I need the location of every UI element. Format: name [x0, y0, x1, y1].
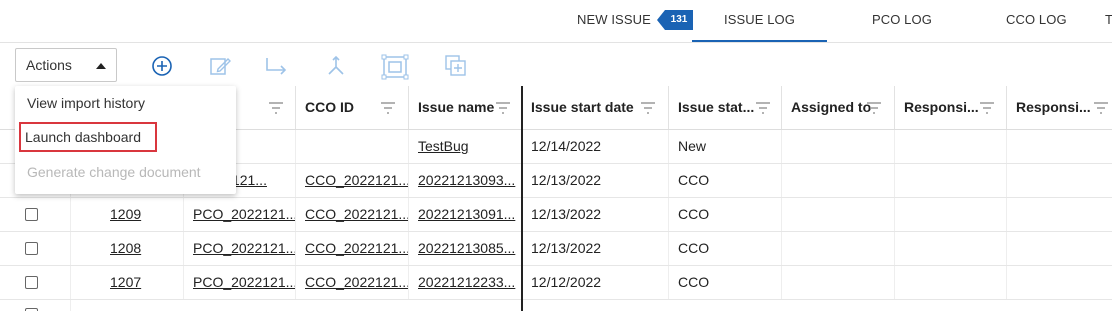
cco-id-link[interactable]: CCO_2022121... — [296, 232, 409, 265]
menu-item-generate-change-document: Generate change document — [27, 164, 201, 180]
tab-pco-log[interactable]: PCO LOG — [872, 0, 932, 40]
actions-label: Actions — [26, 57, 72, 73]
issue-name-link[interactable]: 20221213091... — [409, 198, 522, 231]
row-select[interactable] — [0, 232, 71, 265]
filter-icon[interactable] — [495, 101, 511, 115]
row-checkbox[interactable] — [25, 276, 38, 289]
header-cco-id[interactable]: CCO ID — [296, 86, 409, 129]
filter-icon[interactable] — [380, 101, 396, 115]
filter-icon[interactable] — [1093, 101, 1109, 115]
table-row[interactable]: 1207 PCO_2022121... CCO_2022121... 20221… — [0, 266, 1112, 300]
tab-issue-log[interactable]: ISSUE LOG — [692, 0, 827, 42]
filter-icon[interactable] — [979, 101, 995, 115]
issue-start-date: 12/12/2022 — [522, 266, 669, 299]
actions-dropdown[interactable]: Actions — [15, 48, 117, 82]
header-issue-name[interactable]: Issue name — [409, 86, 522, 129]
row-select[interactable] — [0, 198, 71, 231]
filter-icon[interactable] — [866, 101, 882, 115]
issue-start-date: 12/13/2022 — [522, 198, 669, 231]
pco-id-link[interactable]: PCO_2022121... — [184, 232, 296, 265]
nav-new-issue[interactable]: NEW ISSUE — [577, 0, 651, 40]
header-issue-start-date[interactable]: Issue start date — [522, 86, 669, 129]
header-responsible-1[interactable]: Responsi... — [895, 86, 1007, 129]
move-to-icon[interactable] — [264, 54, 288, 78]
caret-up-icon — [96, 63, 106, 69]
issue-status: New — [669, 130, 782, 163]
issue-id-link[interactable]: 1207 — [71, 266, 184, 299]
issue-status: CCO — [669, 198, 782, 231]
table-row[interactable]: 1208 PCO_2022121... CCO_2022121... 20221… — [0, 232, 1112, 266]
issue-name-link[interactable]: TestBug — [409, 130, 522, 163]
issue-status: CCO — [669, 266, 782, 299]
issue-name-link[interactable]: 20221212233... — [409, 266, 522, 299]
issue-name-link[interactable]: 20221213085... — [409, 232, 522, 265]
actions-menu: View import history Launch dashboard Gen… — [15, 86, 236, 194]
edit-icon[interactable] — [208, 54, 232, 78]
row-checkbox[interactable] — [25, 208, 38, 221]
issue-id-link[interactable]: 1208 — [71, 232, 184, 265]
row-checkbox[interactable] — [25, 242, 38, 255]
cco-id-link[interactable]: CCO_2022121... — [296, 198, 409, 231]
tab-overflow[interactable]: T — [1105, 0, 1112, 40]
new-issue-count-badge: 131 — [657, 10, 693, 30]
menu-item-view-import-history[interactable]: View import history — [15, 86, 236, 120]
table-row[interactable]: 1209 PCO_2022121... CCO_2022121... 20221… — [0, 198, 1112, 232]
header-issue-status[interactable]: Issue stat... — [669, 86, 782, 129]
table-row[interactable] — [0, 300, 1112, 311]
issue-status: CCO — [669, 232, 782, 265]
top-navigation: NEW ISSUE 131 ISSUE LOG PCO LOG CCO LOG … — [0, 0, 1112, 43]
cco-id-link[interactable]: CCO_2022121... — [296, 164, 409, 197]
filter-icon[interactable] — [268, 101, 284, 115]
issue-start-date: 12/13/2022 — [522, 164, 669, 197]
issue-start-date: 12/13/2022 — [522, 232, 669, 265]
select-frame-icon[interactable] — [381, 54, 409, 80]
filter-icon[interactable] — [755, 101, 771, 115]
pco-id-link[interactable]: PCO_2022121... — [184, 198, 296, 231]
pco-id-link[interactable]: PCO_2022121... — [184, 266, 296, 299]
duplicate-icon[interactable] — [444, 54, 468, 78]
row-select[interactable] — [0, 300, 71, 311]
header-assigned-to[interactable]: Assigned to — [782, 86, 895, 129]
pinned-column-divider — [521, 86, 523, 311]
header-responsible-2[interactable]: Responsi... — [1007, 86, 1112, 129]
issue-start-date: 12/14/2022 — [522, 130, 669, 163]
issue-id-link[interactable]: 1209 — [71, 198, 184, 231]
menu-item-launch-dashboard[interactable]: Launch dashboard — [15, 120, 236, 154]
add-circle-icon[interactable] — [150, 54, 174, 78]
merge-icon[interactable] — [324, 54, 348, 78]
issue-name-link[interactable]: 20221213093... — [409, 164, 522, 197]
row-select[interactable] — [0, 266, 71, 299]
tab-cco-log[interactable]: CCO LOG — [1006, 0, 1067, 40]
issue-status: CCO — [669, 164, 782, 197]
filter-icon[interactable] — [640, 101, 656, 115]
cco-id-link[interactable]: CCO_2022121... — [296, 266, 409, 299]
